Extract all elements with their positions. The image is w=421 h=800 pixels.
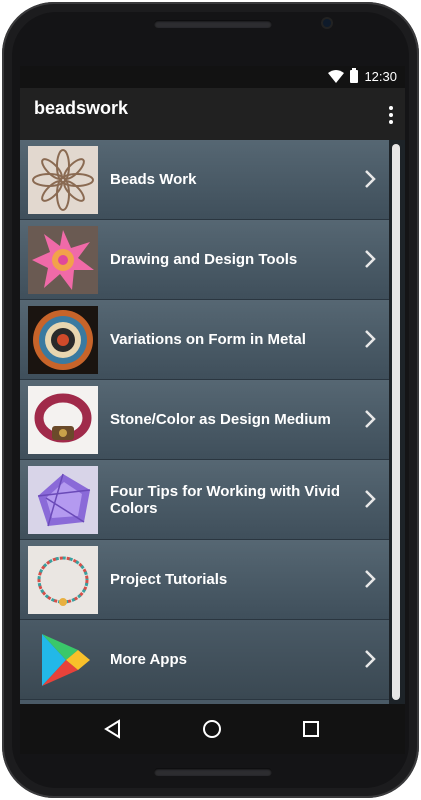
- status-time: 12:30: [364, 69, 397, 84]
- list-item-more-apps[interactable]: More Apps: [20, 620, 389, 700]
- app-title: beadswork: [34, 98, 129, 118]
- chevron-right-icon: [365, 170, 376, 188]
- play-store-icon: [42, 634, 90, 686]
- back-icon[interactable]: [100, 716, 126, 742]
- battery-icon: [350, 68, 359, 83]
- list-item-drawing-design-tools[interactable]: Drawing and Design Tools: [20, 220, 389, 300]
- list-item-variations-form-metal[interactable]: Variations on Form in Metal: [20, 300, 389, 380]
- list-item-project-tutorials[interactable]: Project Tutorials: [20, 540, 389, 620]
- tutorials-thumbnail: [28, 546, 98, 614]
- chevron-right-icon: [365, 650, 376, 668]
- wifi-icon: [328, 69, 345, 83]
- vivid-colors-thumbnail: [28, 466, 98, 534]
- chevron-right-icon: [365, 570, 376, 588]
- chevron-right-icon: [365, 490, 376, 508]
- item-label: More Apps: [110, 651, 187, 668]
- home-icon[interactable]: [199, 716, 225, 742]
- app-bar: beadswork: [20, 88, 405, 140]
- list-item-beads-work[interactable]: Beads Work: [20, 140, 389, 220]
- bracelet-thumbnail: [28, 386, 98, 454]
- chevron-right-icon: [365, 330, 376, 348]
- list-item-four-tips[interactable]: Four Tips for Working with Vivid Colors: [20, 460, 389, 540]
- bottom-speaker: [154, 768, 272, 776]
- status-icons: 12:30: [328, 68, 397, 84]
- top-speaker: [154, 20, 272, 28]
- item-label: Four Tips for Working with Vivid Colors: [110, 482, 341, 517]
- chevron-right-icon: [365, 410, 376, 428]
- overflow-menu-icon[interactable]: [389, 106, 393, 124]
- navigation-bar: [20, 704, 405, 754]
- chevron-right-icon: [365, 250, 376, 268]
- item-label: Drawing and Design Tools: [110, 251, 298, 268]
- scrollbar-thumb[interactable]: [392, 144, 400, 700]
- phone-frame: 12:30 beadswork Beads Work Drawing and D…: [2, 2, 419, 798]
- item-label: Project Tutorials: [110, 571, 228, 588]
- item-label: Beads Work: [110, 171, 197, 188]
- screen: 12:30 beadswork Beads Work Drawing and D…: [20, 66, 405, 754]
- menu-list: Beads Work Drawing and Design Tools Vari…: [20, 140, 389, 704]
- beads-work-thumbnail: [28, 146, 98, 214]
- status-bar: 12:30: [20, 66, 405, 88]
- front-camera: [323, 19, 331, 27]
- metal-form-thumbnail: [28, 306, 98, 374]
- recent-apps-icon[interactable]: [298, 716, 324, 742]
- drawing-tools-thumbnail: [28, 226, 98, 294]
- item-label: Variations on Form in Metal: [110, 331, 306, 348]
- item-label: Stone/Color as Design Medium: [110, 411, 331, 428]
- list-item-stone-color[interactable]: Stone/Color as Design Medium: [20, 380, 389, 460]
